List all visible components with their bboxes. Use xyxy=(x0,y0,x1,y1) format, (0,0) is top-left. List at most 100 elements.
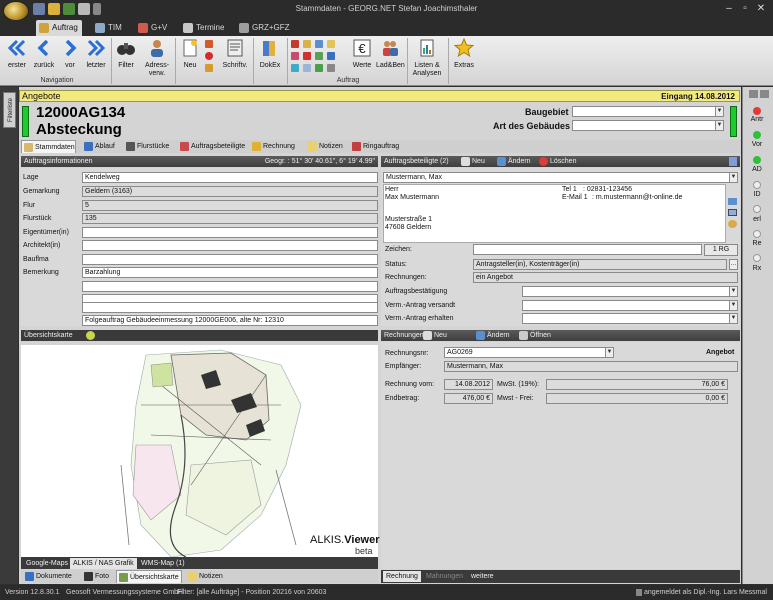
bemerkung-line-4[interactable] xyxy=(82,302,378,313)
rechnung-open-button[interactable]: Öffnen xyxy=(519,330,551,341)
gebaeude-select[interactable]: ▼ xyxy=(572,120,724,131)
lage-input[interactable]: Kendelweg xyxy=(82,172,378,183)
rg-button[interactable]: 1 RG xyxy=(704,244,738,256)
auftrag-tool-icon[interactable] xyxy=(327,52,335,60)
back-button[interactable]: zurück xyxy=(31,38,57,76)
tab-grz-gfz[interactable]: GRZ+GFZ xyxy=(236,20,296,36)
rechnung-edit-button[interactable]: Ändern xyxy=(476,330,510,341)
architekt-input[interactable] xyxy=(82,240,378,251)
auftrag-tool-icon[interactable] xyxy=(303,40,311,48)
vermantrag-erhalten-select[interactable]: ▼ xyxy=(522,313,738,324)
flurstueck-input[interactable]: 135 xyxy=(82,213,378,224)
extras-button[interactable]: Extras xyxy=(451,37,477,76)
map-tab-wms[interactable]: WMS-Map (1) xyxy=(138,558,188,569)
first-button[interactable]: erster xyxy=(4,38,30,76)
address-button[interactable]: Adress- verw. xyxy=(142,38,172,77)
card-icon[interactable] xyxy=(728,198,737,205)
rechnungsnr-select[interactable]: AG0269 ▼ xyxy=(444,347,614,358)
map-tab-google[interactable]: Google-Maps xyxy=(23,558,71,569)
map-view[interactable] xyxy=(21,345,378,557)
vermantrag-versandt-select[interactable]: ▼ xyxy=(522,300,738,311)
beteiligte-delete-button[interactable]: Löschen xyxy=(539,156,576,167)
status-erl-icon[interactable] xyxy=(753,205,761,213)
empfaenger-input[interactable]: Mustermann, Max xyxy=(444,361,738,372)
dokex-button[interactable]: DokEx xyxy=(256,38,284,76)
rechnungen-input[interactable]: ein Angebot xyxy=(473,272,738,283)
maximize-button[interactable]: ▫ xyxy=(738,3,752,15)
auftrag-tool-icon[interactable] xyxy=(303,64,311,72)
minimize-button[interactable]: – xyxy=(722,3,736,15)
status-vor-icon[interactable] xyxy=(753,131,761,139)
filterliste-vertical-tab[interactable]: Filterliste xyxy=(3,92,16,128)
tab-gv[interactable]: G+V xyxy=(135,20,175,36)
gemarkung-input[interactable]: Geldern (3163) xyxy=(82,186,378,197)
save-icon[interactable] xyxy=(33,3,45,15)
listen-analysen-button[interactable]: Listen & Analysen xyxy=(408,38,446,77)
beteiligte-edit-button[interactable]: Ändern xyxy=(497,156,531,167)
delete-icon[interactable] xyxy=(205,52,213,60)
map-tab-alkis[interactable]: ALKIS / NAS Grafik xyxy=(70,558,137,569)
folder-icon[interactable] xyxy=(48,3,60,15)
close-button[interactable]: ✕ xyxy=(754,3,768,15)
baufirma-input[interactable] xyxy=(82,254,378,265)
ladben-button[interactable]: Lad&Ben xyxy=(376,38,405,76)
auftrag-tool-icon[interactable] xyxy=(315,52,323,60)
rechnung-tab-weitere[interactable]: weitere xyxy=(468,571,497,582)
beteiligte-new-button[interactable]: Neu xyxy=(461,156,485,167)
eigentuemer-input[interactable] xyxy=(82,227,378,238)
subtab-stammdaten[interactable]: Stammdaten xyxy=(21,140,76,153)
subtab-ablauf[interactable]: Ablauf xyxy=(82,140,120,153)
auftrag-tool-icon[interactable] xyxy=(315,40,323,48)
subtab-auftragsbeteiligte[interactable]: Auftragsbeteiligte xyxy=(178,140,248,153)
status-antr-icon[interactable] xyxy=(753,107,761,115)
contact-action-icon[interactable] xyxy=(728,220,737,228)
refresh-icon[interactable] xyxy=(86,331,95,340)
zeichen-input[interactable] xyxy=(473,244,702,255)
subtab-notizen[interactable]: Notizen xyxy=(306,140,346,153)
auftragsbest-select[interactable]: ▼ xyxy=(522,286,738,297)
tab-auftrag[interactable]: Auftrag xyxy=(36,20,82,36)
mwstfrei-input[interactable]: 0,00 € xyxy=(546,393,728,404)
endbetrag-input[interactable]: 476,00 € xyxy=(444,393,493,404)
auftrag-tool-icon[interactable] xyxy=(303,52,311,60)
auftrag-tool-icon[interactable] xyxy=(291,52,299,60)
copy-icon[interactable] xyxy=(205,64,213,72)
status-more-button[interactable]: … xyxy=(729,259,738,270)
schriftverkehr-button[interactable]: Schriftv. xyxy=(220,38,250,76)
subtab-flurstuecke[interactable]: Flurstücke xyxy=(124,140,174,153)
edit-icon[interactable] xyxy=(63,3,75,15)
tab-termine[interactable]: Termine xyxy=(180,20,230,36)
quick-access-dropdown-icon[interactable] xyxy=(93,3,101,15)
new-button[interactable]: Neu xyxy=(178,38,202,76)
bottom-tab-foto[interactable]: Foto xyxy=(82,570,112,583)
mail-icon[interactable] xyxy=(728,209,737,216)
mwst-input[interactable]: 76,00 € xyxy=(546,379,728,390)
status-rx-icon[interactable] xyxy=(753,254,761,262)
status-ad-icon[interactable] xyxy=(753,156,761,164)
auftrag-tool-icon[interactable] xyxy=(327,64,335,72)
pushpin-icon[interactable] xyxy=(760,90,769,98)
app-menu-orb-icon[interactable] xyxy=(3,1,29,21)
werte-button[interactable]: € Werte xyxy=(349,38,375,76)
forward-button[interactable]: vor xyxy=(58,38,82,76)
baugebiet-select[interactable]: ▼ xyxy=(572,106,724,117)
rechnung-vom-input[interactable]: 14.08.2012 xyxy=(444,379,493,390)
tab-tim[interactable]: TIM xyxy=(92,20,130,36)
auftrag-tool-icon[interactable] xyxy=(315,64,323,72)
beteiligte-select[interactable]: Mustermann, Max ▼ xyxy=(383,172,738,183)
rechnung-tab-mahnungen[interactable]: Mahnungen xyxy=(423,571,466,582)
flur-input[interactable]: 5 xyxy=(82,200,378,211)
bemerkung-line-2[interactable] xyxy=(82,281,378,292)
bottom-tab-dokumente[interactable]: Dokumente xyxy=(23,570,78,583)
print-icon[interactable] xyxy=(78,3,90,15)
status-id-icon[interactable] xyxy=(753,181,761,189)
bemerkung-line-1[interactable]: Barzahlung xyxy=(82,267,378,278)
bottom-tab-uebersichtskarte[interactable]: Übersichtskarte xyxy=(116,570,182,583)
auftrag-tool-icon[interactable] xyxy=(291,64,299,72)
status-re-icon[interactable] xyxy=(753,230,761,238)
subtab-rechnung[interactable]: Rechnung xyxy=(250,140,300,153)
subtab-ringauftrag[interactable]: Ringauftrag xyxy=(350,140,405,153)
status-input[interactable]: Antragsteller(in), Kostenträger(in) xyxy=(473,259,727,270)
pin-icon[interactable] xyxy=(749,90,758,98)
last-button[interactable]: letzter xyxy=(83,38,109,76)
